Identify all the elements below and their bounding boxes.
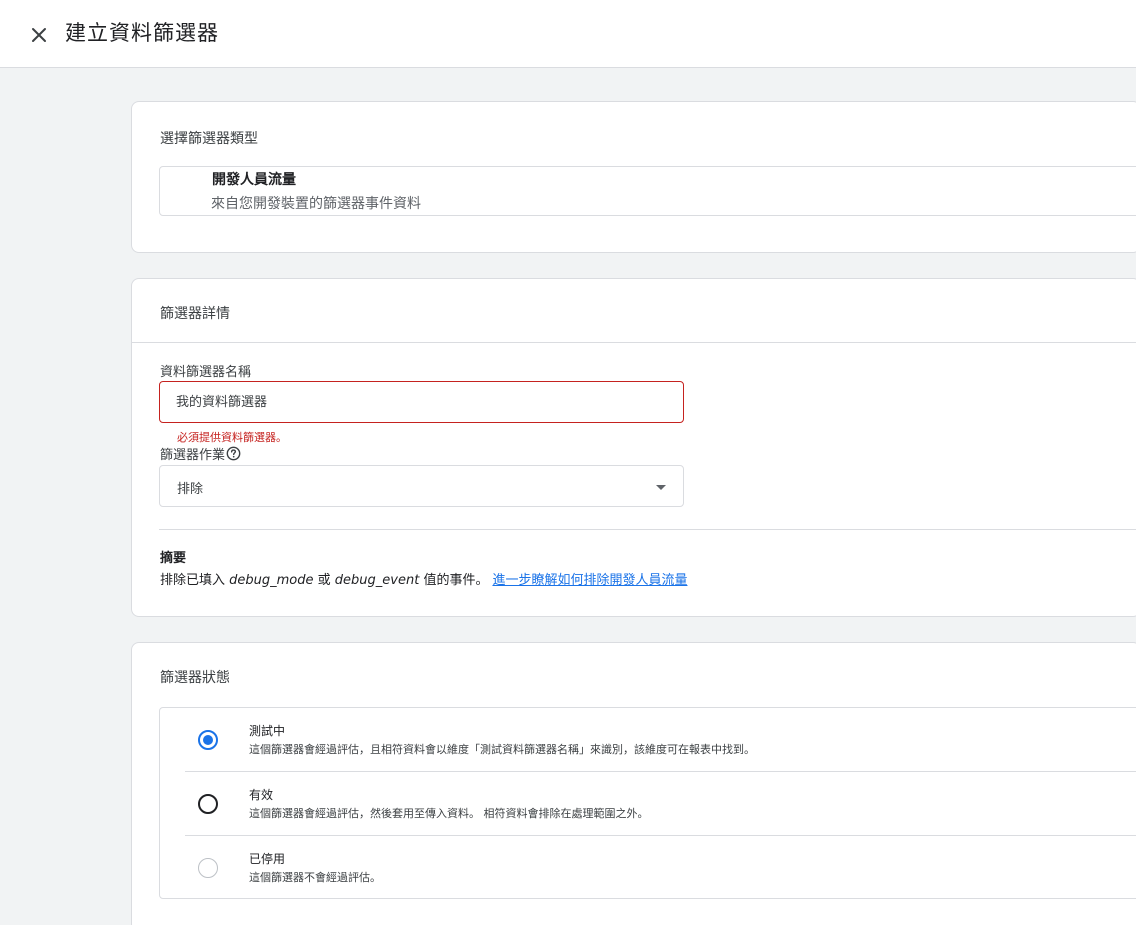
- state-option-title: 已停用: [249, 852, 286, 866]
- state-option-desc: 這個篩選器會經過評估，然後套用至傳入資料。 相符資料會排除在處理範圍之外。: [249, 807, 649, 820]
- radio-active[interactable]: [198, 794, 218, 814]
- state-option-title: 測試中: [249, 724, 286, 738]
- filter-type-heading: 選擇篩選器類型: [160, 131, 258, 147]
- filter-name-label: 資料篩選器名稱: [160, 365, 252, 380]
- state-option-desc: 這個篩選器不會經過評估。: [249, 871, 381, 884]
- state-option-title: 有效: [249, 788, 274, 802]
- summary-text: 排除已填入 debug_mode 或 debug_event 值的事件。 進一步瞭…: [160, 569, 687, 588]
- learn-more-link[interactable]: 進一步瞭解如何排除開發人員流量: [492, 573, 687, 588]
- state-option-active[interactable]: 有效 這個篩選器會經過評估，然後套用至傳入資料。 相符資料會排除在處理範圍之外。: [185, 772, 1136, 836]
- state-option-testing[interactable]: 測試中 這個篩選器會經過評估，且相符資料會以維度「測試資料篩選器名稱」來識別，該…: [185, 708, 1136, 772]
- radio-testing[interactable]: [198, 730, 218, 750]
- close-button[interactable]: [24, 20, 54, 50]
- summary-param-debug-event: debug_event: [334, 573, 420, 588]
- filter-operation-value: 排除: [177, 482, 204, 497]
- filter-name-input[interactable]: [159, 381, 684, 423]
- filter-operation-label: 篩選器作業: [160, 444, 241, 465]
- summary-prefix: 排除已填入: [160, 573, 230, 588]
- summary-title: 摘要: [160, 551, 187, 566]
- summary-or: 或: [313, 573, 335, 588]
- filter-state-options: 測試中 這個篩選器會經過評估，且相符資料會以維度「測試資料篩選器名稱」來識別，該…: [159, 707, 1136, 899]
- filter-state-card: 篩選器狀態 測試中 這個篩選器會經過評估，且相符資料會以維度「測試資料篩選器名稱…: [131, 642, 1136, 925]
- close-icon: [32, 28, 46, 42]
- radio-inactive[interactable]: [198, 858, 218, 878]
- filter-type-option-title: 開發人員流量: [212, 172, 296, 188]
- filter-details-divider: [132, 342, 1136, 343]
- filter-state-heading: 篩選器狀態: [160, 670, 230, 686]
- filter-operation-select[interactable]: 排除: [159, 465, 684, 507]
- filter-type-option[interactable]: 開發人員流量 來自您開發裝置的篩選器事件資料: [159, 166, 1136, 216]
- dropdown-caret-icon: [656, 485, 666, 490]
- filter-details-card: 篩選器詳情 資料篩選器名稱 必須提供資料篩選器。 篩選器作業 排除 摘要 排除已…: [131, 278, 1136, 617]
- summary-divider: [159, 529, 1136, 530]
- summary-param-debug-mode: debug_mode: [229, 573, 314, 588]
- state-option-inactive[interactable]: 已停用 這個篩選器不會經過評估。: [185, 836, 1136, 900]
- summary-suffix: 值的事件。: [419, 573, 489, 588]
- page-title: 建立資料篩選器: [65, 21, 219, 45]
- filter-operation-label-text: 篩選器作業: [160, 448, 226, 463]
- help-circle-icon[interactable]: [226, 446, 241, 465]
- filter-type-option-desc: 來自您開發裝置的篩選器事件資料: [211, 196, 421, 212]
- filter-details-heading: 篩選器詳情: [160, 306, 230, 322]
- state-option-desc: 這個篩選器會經過評估，且相符資料會以維度「測試資料篩選器名稱」來識別，該維度可在…: [249, 743, 755, 756]
- top-bar: 建立資料篩選器: [0, 0, 1136, 68]
- filter-type-card: 選擇篩選器類型 開發人員流量 來自您開發裝置的篩選器事件資料: [131, 101, 1136, 253]
- filter-name-error: 必須提供資料篩選器。: [177, 431, 287, 444]
